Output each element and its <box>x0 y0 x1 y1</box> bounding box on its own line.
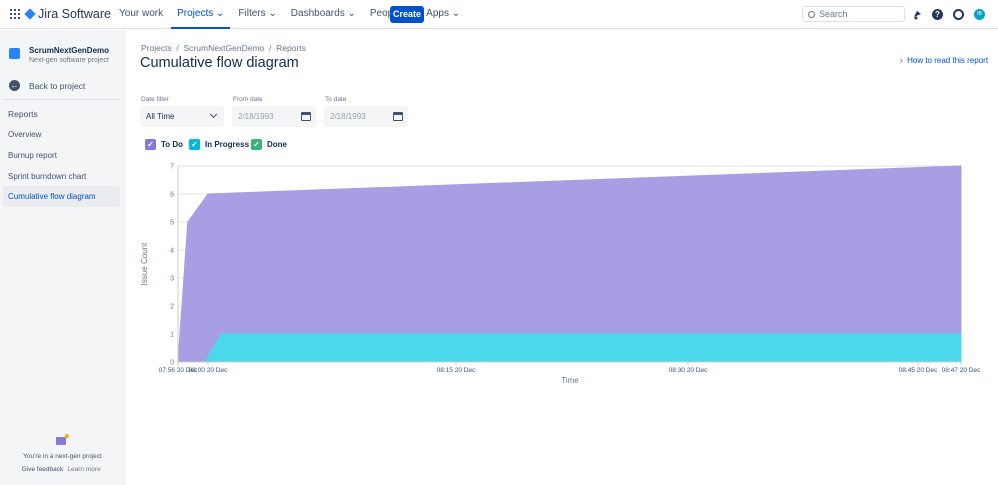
top-navigation: Jira Software Your work Projects ⌄ Filte… <box>0 0 998 29</box>
sidebar-item-overview[interactable]: Overview <box>3 124 120 145</box>
x-axis-label: Time <box>561 376 579 385</box>
legend-label: To Do <box>161 140 184 149</box>
to-date-label: To date <box>325 96 347 103</box>
nav-dashboards[interactable]: Dashboards ⌄ <box>285 0 362 29</box>
breadcrumb[interactable]: Projects / ScrumNextGenDemo / Reports <box>141 43 306 53</box>
legend-todo[interactable]: ✓ To Do <box>145 139 183 150</box>
sidebar: ScrumNextGenDemo Next-gen software proje… <box>0 30 125 485</box>
nav-apps[interactable]: Apps ⌄ <box>420 0 466 29</box>
checkbox-checked-icon[interactable]: ✓ <box>189 139 200 150</box>
checkbox-checked-icon[interactable]: ✓ <box>251 139 262 150</box>
avatar[interactable]: IB <box>974 9 985 20</box>
nav-filters[interactable]: Filters ⌄ <box>232 0 282 29</box>
date-filter-select[interactable]: All Time <box>140 106 224 127</box>
settings-icon[interactable] <box>953 9 964 20</box>
area-to-do <box>177 165 962 363</box>
y-tick-label: 1 <box>170 332 174 339</box>
date-filter-value: All Time <box>146 112 175 121</box>
app-switcher-icon[interactable] <box>10 9 20 19</box>
x-tick-label: 08:45 20 Dec <box>899 367 938 374</box>
legend-label: In Progress <box>205 140 250 149</box>
back-to-project-link[interactable]: ← Back to project <box>9 80 85 91</box>
y-tick-label: 0 <box>170 360 174 367</box>
notifications-icon[interactable] <box>912 9 923 20</box>
from-date-input[interactable]: 2/18/1993 <box>232 106 316 127</box>
sidebar-item-burndown[interactable]: Sprint burndown chart <box>3 166 120 187</box>
next-gen-text: You're in a next-gen project <box>23 453 102 460</box>
nav-projects[interactable]: Projects ⌄ <box>171 0 231 29</box>
sidebar-item-cfd[interactable]: Cumulative flow diagram <box>3 186 120 207</box>
how-to-label: How to read this report <box>907 56 989 65</box>
search-input[interactable]: Search <box>802 6 905 22</box>
x-tick-label: 08:30 20 Dec <box>669 367 708 374</box>
product-name: Jira Software <box>38 7 111 21</box>
x-tick-label: 08:47 20 Dec <box>942 367 981 374</box>
calendar-icon[interactable] <box>393 112 403 121</box>
page-title: Cumulative flow diagram <box>140 55 299 71</box>
back-arrow-icon: ← <box>9 80 20 91</box>
y-axis-label: Issue Count <box>140 242 149 285</box>
x-tick-label: 08:15 20 Dec <box>437 367 476 374</box>
calendar-icon[interactable] <box>301 112 311 121</box>
y-tick-label: 4 <box>170 248 174 255</box>
project-name: ScrumNextGenDemo <box>29 46 110 55</box>
cumulative-flow-chart: 0 1 2 3 4 5 6 7 07:56 20 Dec08:00 20 Dec 08:15 20… <box>140 164 981 386</box>
area-in-progress <box>178 333 962 363</box>
date-filter-label: Date filter <box>141 96 169 103</box>
y-tick-label: 5 <box>170 220 174 227</box>
chevron-down-icon <box>209 110 218 119</box>
x-tick-label: 08:00 20 Dec <box>189 367 228 374</box>
jira-logo[interactable]: Jira Software <box>24 7 111 21</box>
legend-label: Done <box>267 140 287 149</box>
from-date-value: 2/18/1993 <box>238 112 274 121</box>
project-type: Next-gen software project <box>29 57 109 64</box>
y-tick-label: 7 <box>170 164 174 171</box>
y-tick-label: 6 <box>170 192 174 199</box>
to-date-input[interactable]: 2/18/1993 <box>324 106 408 127</box>
sidebar-item-burnup[interactable]: Burnup report <box>3 145 120 166</box>
how-to-read-link[interactable]: › How to read this report <box>900 56 988 65</box>
next-gen-folder-icon <box>56 434 69 445</box>
create-button[interactable]: Create <box>390 6 424 23</box>
y-tick-label: 2 <box>170 304 174 311</box>
legend-done[interactable]: ✓ Done <box>251 139 287 150</box>
to-date-value: 2/18/1993 <box>330 112 366 121</box>
project-avatar-icon <box>9 48 20 59</box>
learn-more-link[interactable]: Learn more <box>67 466 100 473</box>
jira-diamond-icon <box>24 8 36 20</box>
help-icon[interactable]: ? <box>932 9 943 20</box>
back-label: Back to project <box>29 80 86 91</box>
legend-in-progress[interactable]: ✓ In Progress <box>189 139 249 150</box>
reports-heading: Reports <box>8 109 38 119</box>
y-tick-label: 3 <box>170 276 174 283</box>
nav-your-work[interactable]: Your work <box>113 0 169 29</box>
from-date-label: From date <box>233 96 263 103</box>
divider <box>3 99 120 100</box>
x-tick-label: 07:56 20 Dec <box>159 367 198 374</box>
checkbox-checked-icon[interactable]: ✓ <box>145 139 156 150</box>
